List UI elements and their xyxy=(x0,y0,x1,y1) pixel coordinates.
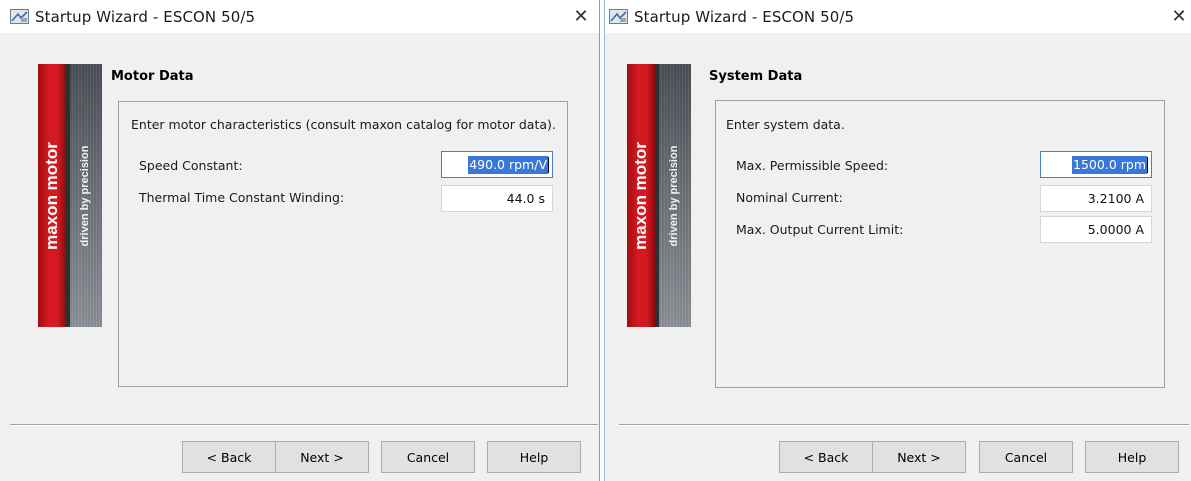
window-title: Startup Wizard - ESCON 50/5 xyxy=(35,7,256,26)
max-permissible-speed-label: Max. Permissible Speed: xyxy=(736,158,889,173)
title-bar[interactable]: Startup Wizard - ESCON 50/5 ✕ xyxy=(605,0,1191,33)
back-button[interactable]: < Back xyxy=(182,441,276,473)
max-permissible-speed-input[interactable]: 1500.0 rpm xyxy=(1040,151,1152,178)
nominal-current-label: Nominal Current: xyxy=(736,190,843,205)
next-button[interactable]: Next > xyxy=(872,441,966,473)
close-icon[interactable]: ✕ xyxy=(569,4,593,28)
motor-data-dialog: Startup Wizard - ESCON 50/5 ✕ maxon moto… xyxy=(0,0,600,481)
nominal-current-input[interactable]: 3.2100 A xyxy=(1040,185,1152,212)
speed-constant-input[interactable]: 490.0 rpm/V xyxy=(441,151,553,178)
logo-brand-text: maxon motor xyxy=(631,141,650,250)
text-caret xyxy=(548,156,549,173)
text-caret xyxy=(1147,156,1148,173)
thermal-time-constant-value: 44.0 s xyxy=(506,191,545,206)
max-output-current-limit-label: Max. Output Current Limit: xyxy=(736,222,904,237)
next-button[interactable]: Next > xyxy=(275,441,369,473)
window-title: Startup Wizard - ESCON 50/5 xyxy=(634,7,855,26)
max-output-current-limit-value: 5.0000 A xyxy=(1087,222,1144,237)
button-separator xyxy=(10,424,598,426)
page-heading: System Data xyxy=(709,69,803,84)
cancel-button[interactable]: Cancel xyxy=(979,441,1073,473)
title-bar[interactable]: Startup Wizard - ESCON 50/5 ✕ xyxy=(0,0,599,33)
help-button[interactable]: Help xyxy=(487,441,581,473)
content-panel xyxy=(715,100,1165,388)
max-permissible-speed-value: 1500.0 rpm xyxy=(1072,155,1147,174)
content-panel xyxy=(118,101,568,387)
max-output-current-limit-input[interactable]: 5.0000 A xyxy=(1040,216,1152,243)
system-data-dialog: Startup Wizard - ESCON 50/5 ✕ maxon moto… xyxy=(604,0,1191,481)
thermal-time-constant-input[interactable]: 44.0 s xyxy=(441,185,553,212)
cancel-button[interactable]: Cancel xyxy=(381,441,475,473)
speed-constant-label: Speed Constant: xyxy=(139,158,243,173)
back-button[interactable]: < Back xyxy=(779,441,873,473)
maxon-logo: maxon motor driven by precision xyxy=(38,64,102,327)
nominal-current-value: 3.2100 A xyxy=(1087,191,1144,206)
speed-constant-value: 490.0 rpm/V xyxy=(468,155,548,174)
thermal-time-constant-label: Thermal Time Constant Winding: xyxy=(139,190,345,205)
help-button[interactable]: Help xyxy=(1085,441,1179,473)
button-separator xyxy=(619,424,1189,426)
logo-tagline-text: driven by precision xyxy=(78,145,91,246)
logo-brand-text: maxon motor xyxy=(42,141,61,250)
maxon-logo: maxon motor driven by precision xyxy=(627,64,691,327)
logo-tagline-text: driven by precision xyxy=(667,145,680,246)
wizard-app-icon xyxy=(609,9,628,24)
close-icon[interactable]: ✕ xyxy=(1167,4,1191,28)
page-heading: Motor Data xyxy=(111,69,194,84)
instruction-text: Enter system data. xyxy=(726,117,845,132)
wizard-app-icon xyxy=(10,9,29,24)
instruction-text: Enter motor characteristics (consult max… xyxy=(131,117,556,132)
